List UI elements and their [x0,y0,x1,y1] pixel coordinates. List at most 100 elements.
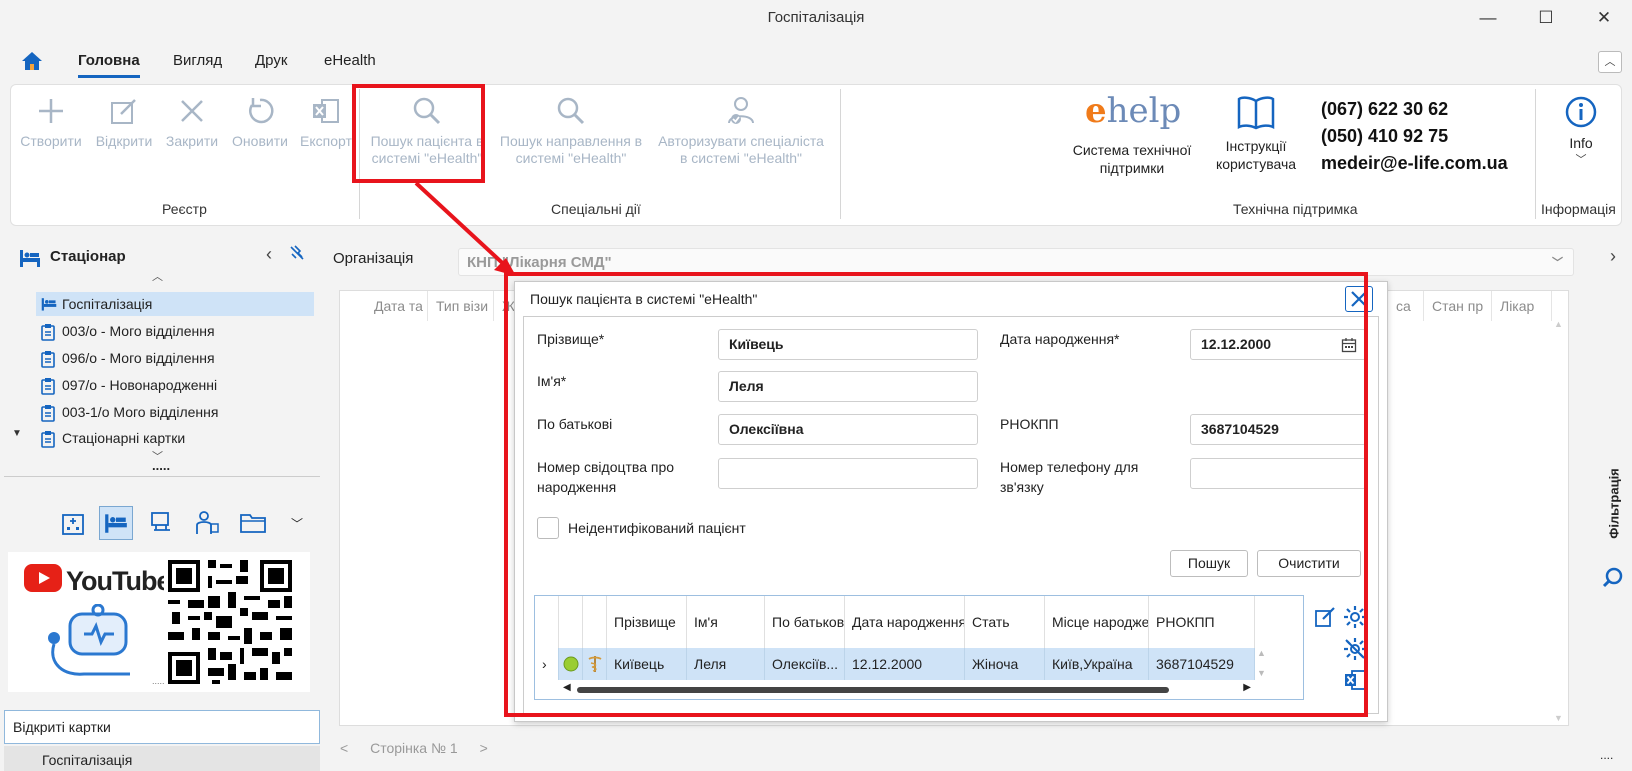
doctor-icon [196,511,219,534]
book-icon [1237,96,1275,130]
chevron-down-icon: ﹀ [1575,154,1587,166]
expand-panel-icon[interactable]: › [1610,246,1616,267]
sidebar-item-inpatient-cards[interactable]: Стаціонарні картки [36,426,314,450]
sidebar: Стаціонар ‹ ︿ Госпіталізація 003/о - Мог… [0,236,320,771]
create-button[interactable]: Створити [19,95,83,150]
clipboard-icon [41,378,55,395]
sidebar-item-hospitalization[interactable]: Госпіталізація [36,292,314,316]
refresh-button[interactable]: Оновити [227,95,293,150]
sidebar-title: Стаціонар [50,248,126,265]
organization-label: Організація [333,250,414,267]
filter-tab-label: Фільтрація [1606,468,1622,539]
support-system-button[interactable]: Система технічної підтримки [1067,141,1197,177]
tab-view[interactable]: Вигляд [173,52,222,69]
column-header[interactable]: Лікар [1492,291,1552,321]
edit-icon [111,99,136,124]
prev-page-button[interactable]: < [340,740,348,756]
youtube-icon [24,564,62,592]
resize-grip[interactable]: .... [1600,748,1613,762]
youtube-promo[interactable]: YouTube [8,552,310,692]
support-email: medeir@e-life.com.ua [1321,153,1508,173]
excel-icon [313,99,339,123]
tab-print[interactable]: Друк [255,52,287,69]
group-divider [840,89,841,219]
hospital-bed-icon [20,250,40,267]
expand-arrow-icon[interactable]: ▼ [12,428,22,439]
page-number: Сторінка № 1 [370,740,458,756]
authorize-specialist-button[interactable]: Авторизувати спеціаліста в системі "eHea… [653,95,829,167]
nav-clinic[interactable] [56,506,90,540]
x-icon [181,100,203,122]
tab-ehealth[interactable]: eHealth [324,52,376,69]
nav-lab[interactable] [144,506,178,540]
group-divider [1535,89,1536,219]
ehelp-logo[interactable]: ehelp [1085,91,1181,131]
scroll-up-icon[interactable]: ︿ [152,268,163,284]
medical-device-icon [48,604,130,676]
tab-home[interactable]: Головна [78,52,140,78]
close-record-button[interactable]: Закрити [161,95,223,150]
export-button[interactable]: Експорт [297,95,355,150]
sidebar-item-003-1o[interactable]: 003-1/о Мого відділення [36,400,314,424]
pager: < Сторінка № 1 > [340,740,488,756]
close-window-button[interactable]: ✕ [1584,6,1624,30]
support-phone-2: (050) 410 92 75 [1321,126,1449,146]
nav-more-chevron-icon[interactable]: ﹀ [280,506,314,540]
user-check-icon [728,97,754,124]
filter-tab[interactable]: Фільтрація [1600,450,1628,590]
resize-grip[interactable]: ..... [152,676,165,686]
nav-staff[interactable] [190,506,224,540]
column-header[interactable]: са [1388,291,1424,321]
info-button[interactable]: Info ﹀ [1546,95,1616,167]
more-sections[interactable]: ..... [152,458,170,473]
scroll-up-icon[interactable]: ▲ [1554,319,1563,329]
maximize-button[interactable]: ☐ [1526,6,1566,30]
annotation-highlight-ribbon-button [352,84,485,183]
building-icon [62,514,84,535]
column-header[interactable]: Дата та [366,291,428,321]
search-referral-ehealth-button[interactable]: Пошук направлення в системі "eHealth" [495,95,647,167]
monitor-icon [151,512,170,531]
column-header[interactable]: Тип візи [428,291,494,321]
annotation-highlight-dialog [504,272,1368,717]
column-header[interactable]: Стан пр [1424,291,1492,321]
minimize-button[interactable]: — [1468,6,1508,30]
plus-icon [39,99,63,123]
search-icon [557,97,585,125]
chevron-down-icon: ﹀ [1552,257,1563,269]
title-bar: Госпіталізація — ☐ ✕ [0,0,1632,36]
clipboard-icon [41,324,55,341]
search-icon [1602,567,1623,588]
folder-icon [240,514,266,533]
divider [4,476,320,477]
sidebar-item-096o[interactable]: 096/о - Мого відділення [36,346,314,370]
group-label-special: Спеціальні дії [551,201,641,217]
hospital-bed-icon [105,514,127,533]
next-page-button[interactable]: > [480,740,488,756]
qr-code-icon [164,556,296,688]
sidebar-item-097o[interactable]: 097/о - Новонародженні [36,373,314,397]
open-button[interactable]: Відкрити [91,95,157,150]
unpin-icon[interactable] [288,244,306,262]
module-switcher: ﹀ [0,500,320,544]
refresh-icon [249,98,274,124]
sidebar-item-003o[interactable]: 003/о - Мого відділення [36,319,314,343]
group-label-support: Технічна підтримка [1233,201,1358,217]
home-icon[interactable] [20,50,44,72]
open-cards-panel: Відкриті картки [4,710,320,744]
info-icon [1565,96,1597,128]
open-card-item[interactable]: Госпіталізація [4,746,320,771]
collapse-sidebar-icon[interactable]: ‹ [266,244,272,265]
hospital-bed-icon [41,298,57,311]
nav-inpatient[interactable] [99,506,133,540]
clipboard-icon [41,431,55,448]
group-label-registry: Реєстр [162,201,207,217]
group-label-info: Інформація [1541,201,1616,217]
ribbon-panel: Створити Відкрити Закрити Оновити Експор… [10,84,1622,226]
support-phone-1: (067) 622 30 62 [1321,99,1449,119]
nav-folder[interactable] [236,506,270,540]
collapse-ribbon-button[interactable]: ︿ [1598,51,1622,73]
scroll-down-icon[interactable]: ▼ [1554,713,1563,723]
youtube-label: YouTube [66,566,171,596]
user-manual-button[interactable]: Інструкції користувача [1201,95,1311,173]
